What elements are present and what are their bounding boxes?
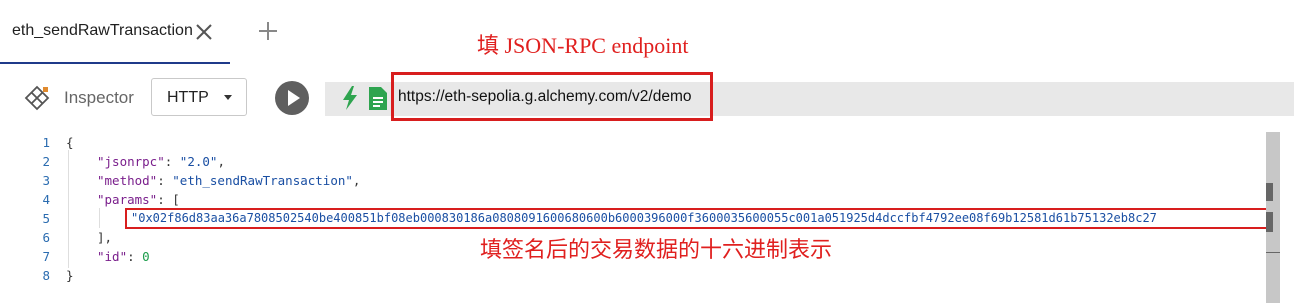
json-key: "id"	[97, 249, 128, 264]
code-line[interactable]: {	[66, 135, 74, 150]
line-number: 8	[42, 268, 50, 283]
chevron-down-icon	[224, 95, 232, 100]
line-number: 3	[42, 173, 50, 188]
raw-transaction-value[interactable]: "0x02f86d83aa36a7808502540be400851bf08eb…	[131, 211, 1157, 225]
json-key: "jsonrpc"	[97, 154, 165, 169]
code-line[interactable]: "jsonrpc": "2.0",	[97, 154, 225, 169]
run-button[interactable]	[275, 81, 309, 115]
params-annotation: 填签名后的交易数据的十六进制表示	[480, 238, 833, 263]
line-number: 1	[42, 135, 50, 150]
indent-guide	[99, 208, 100, 228]
json-string: "eth_sendRawTransaction"	[172, 173, 353, 188]
method-select[interactable]: HTTP	[151, 78, 247, 116]
indent-guide	[68, 150, 69, 268]
json-number: 0	[142, 249, 150, 264]
line-number: 4	[42, 192, 50, 207]
code-line[interactable]: ],	[97, 230, 112, 245]
open-brace: {	[66, 135, 74, 150]
request-tab[interactable]: eth_sendRawTransaction	[0, 0, 230, 64]
scrollbar-marker	[1266, 212, 1273, 232]
endpoint-annotation: 填 JSON-RPC endpoint	[477, 33, 689, 58]
play-icon	[288, 90, 300, 106]
json-string: "2.0"	[179, 154, 218, 169]
params-highlight: "0x02f86d83aa36a7808502540be400851bf08eb…	[125, 208, 1278, 229]
add-tab-icon[interactable]	[257, 20, 279, 42]
inspector-icon[interactable]	[24, 85, 50, 111]
lightning-icon[interactable]	[342, 86, 358, 110]
code-line[interactable]: "method": "eth_sendRawTransaction",	[97, 173, 360, 188]
line-number: 2	[42, 154, 50, 169]
scrollbar-thumb[interactable]	[1266, 183, 1273, 201]
url-highlight: https://eth-sepolia.g.alchemy.com/v2/dem…	[391, 72, 713, 121]
code-line[interactable]: "id": 0	[97, 249, 150, 264]
line-number: 6	[42, 230, 50, 245]
document-icon[interactable]	[368, 86, 388, 111]
line-number: 7	[42, 249, 50, 264]
line-number: 5	[42, 211, 50, 226]
tab-title: eth_sendRawTransaction	[12, 22, 193, 39]
close-brace: }	[66, 268, 74, 283]
code-line[interactable]: "params": [	[97, 192, 180, 207]
url-input[interactable]: https://eth-sepolia.g.alchemy.com/v2/dem…	[398, 88, 692, 106]
inspector-label[interactable]: Inspector	[64, 88, 134, 108]
code-line[interactable]: }	[66, 268, 74, 283]
json-key: "params"	[97, 192, 158, 207]
close-icon[interactable]	[194, 22, 214, 42]
active-tab-indicator	[0, 62, 230, 64]
method-label: HTTP	[167, 89, 209, 106]
scrollbar-marker	[1266, 252, 1280, 253]
json-key: "method"	[97, 173, 158, 188]
